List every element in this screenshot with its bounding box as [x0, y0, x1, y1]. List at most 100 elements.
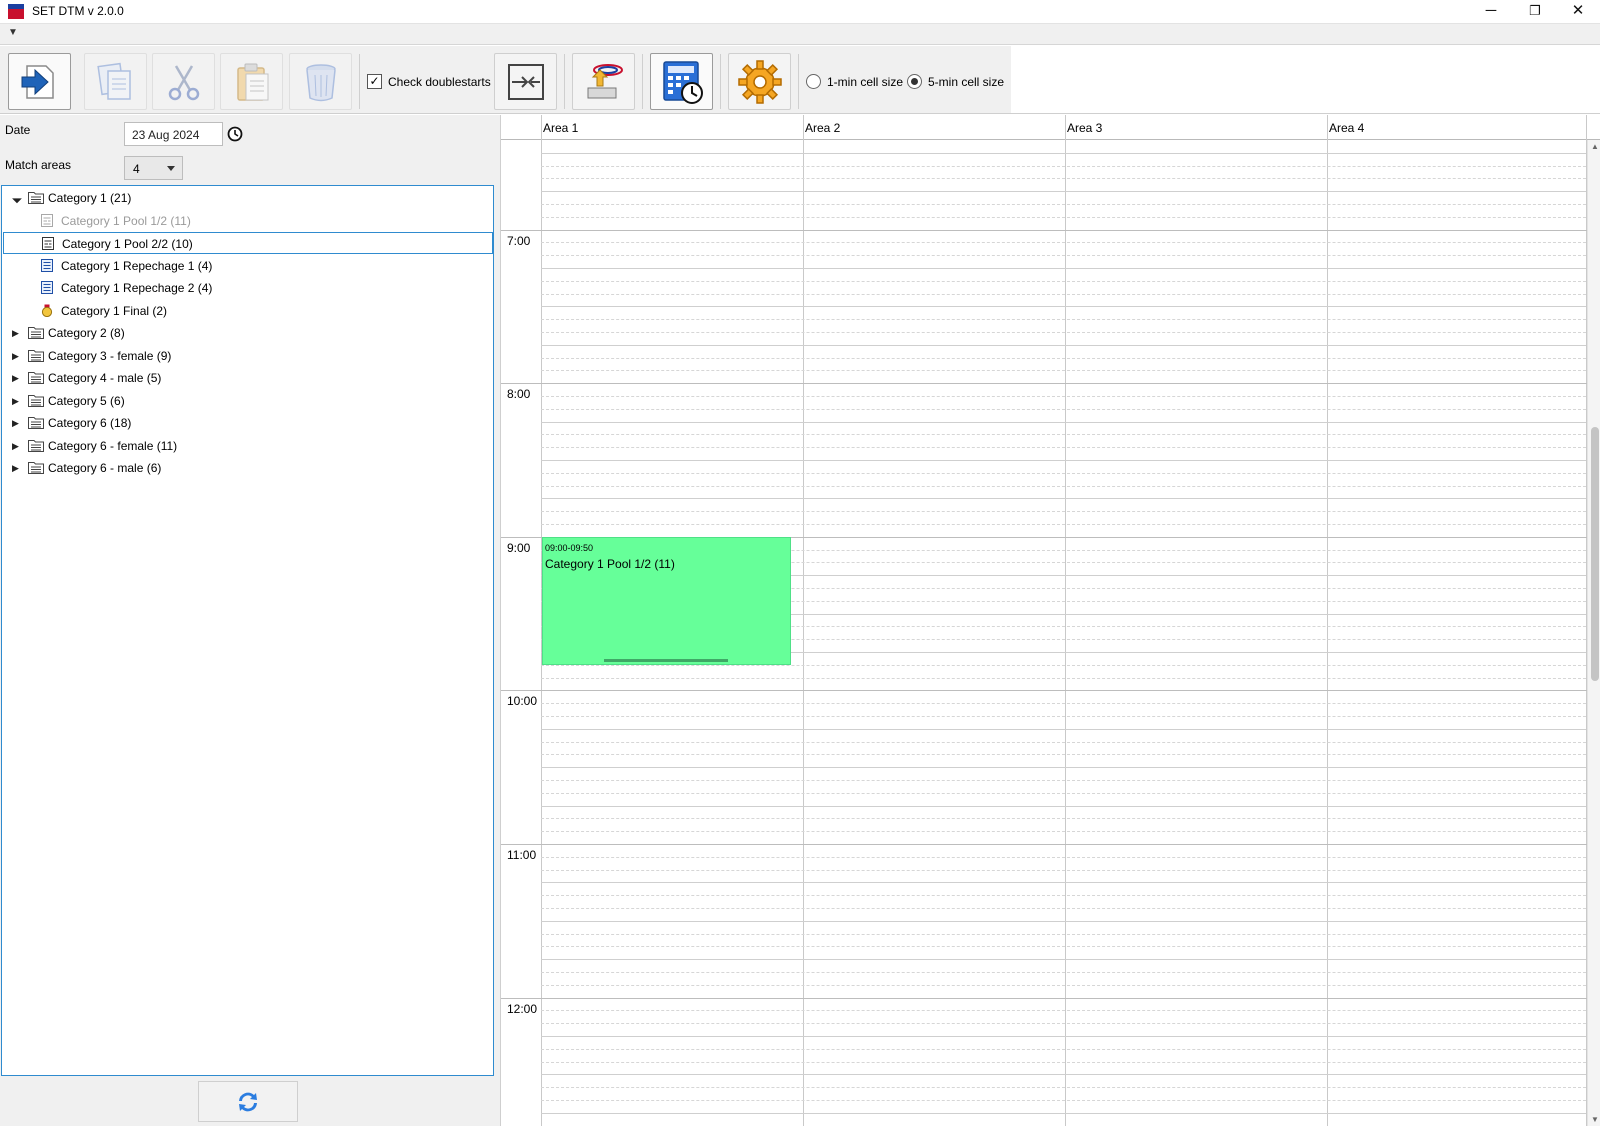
- title-bar: SET DTM v 2.0.0 ─ ❐ ✕: [0, 0, 1600, 23]
- tree-item-category-5-6[interactable]: ▶ Category 5 (6): [2, 390, 482, 412]
- export-button[interactable]: [8, 53, 71, 110]
- collapsed-arrow-icon[interactable]: ▶: [12, 435, 19, 457]
- tree-item-label: Category 1 Repechage 1 (4): [61, 258, 213, 273]
- copy-button[interactable]: [84, 53, 147, 110]
- category-tree[interactable]: ◢ Category 1 (21) Category 1 Pool 1/2 (11)…: [1, 185, 494, 1076]
- time-slot-line: [541, 793, 1586, 794]
- tree-item-category-1-repechage-2-4[interactable]: Category 1 Repechage 2 (4): [2, 277, 482, 299]
- time-slot-line: [541, 409, 1586, 410]
- tree-item-category-4-male-5[interactable]: ▶ Category 4 - male (5): [2, 367, 482, 389]
- five-min-cell-size-radio[interactable]: [907, 74, 922, 89]
- hour-line: [501, 230, 1587, 231]
- close-button[interactable]: ✕: [1556, 0, 1600, 23]
- time-slot-line: [541, 1062, 1586, 1063]
- tree-item-category-1-repechage-1-4[interactable]: Category 1 Repechage 1 (4): [2, 255, 482, 277]
- scheduled-event[interactable]: 09:00-09:50 Category 1 Pool 1/2 (11): [542, 537, 791, 665]
- hour-label: 10:00: [507, 694, 538, 708]
- time-slot-line: [541, 934, 1586, 935]
- check-doublestarts-checkbox[interactable]: ✓: [367, 74, 382, 89]
- hour-label: 7:00: [507, 234, 531, 248]
- time-slot-line: [541, 524, 1586, 525]
- tree-item-category-1-pool-2-2-10[interactable]: Category 1 Pool 2/2 (10): [3, 232, 493, 254]
- repechage-document-icon: [41, 281, 53, 294]
- tree-item-label: Category 6 - male (6): [48, 461, 162, 475]
- collapsed-arrow-icon[interactable]: ▶: [12, 367, 19, 389]
- hour-line: [501, 690, 1587, 691]
- one-min-cell-size-radio[interactable]: [806, 74, 821, 89]
- date-field[interactable]: 23 Aug 2024: [124, 122, 223, 146]
- event-resize-handle[interactable]: [604, 659, 728, 662]
- tree-item-category-1-pool-1-2-11[interactable]: Category 1 Pool 1/2 (11): [2, 210, 482, 232]
- vertical-scrollbar[interactable]: ▲ ▼: [1587, 140, 1600, 1126]
- maximize-button[interactable]: ❐: [1513, 0, 1557, 23]
- scroll-up-icon[interactable]: ▲: [1591, 142, 1599, 151]
- tree-item-category-2-8[interactable]: ▶ Category 2 (8): [2, 322, 482, 344]
- area-header-2: Area 2: [805, 121, 841, 135]
- time-slot-line: [541, 882, 1586, 883]
- time-slot-line: [541, 422, 1586, 423]
- scroll-thumb[interactable]: [1591, 427, 1599, 681]
- tree-item-category-1-final-2[interactable]: Category 1 Final (2): [2, 300, 482, 322]
- column-divider: [803, 115, 804, 140]
- time-slot-line: [541, 678, 1586, 679]
- time-slot-line: [541, 780, 1586, 781]
- time-slot-line: [541, 703, 1586, 704]
- time-slot-line: [541, 1074, 1586, 1075]
- match-areas-label: Match areas: [5, 158, 72, 172]
- area-header-1: Area 1: [543, 121, 579, 135]
- calculator-clock-icon: [662, 60, 703, 104]
- collapsed-arrow-icon[interactable]: ▶: [12, 457, 19, 479]
- check-doublestarts-label: Check doublestarts: [388, 75, 491, 89]
- event-time-range: 09:00-09:50: [545, 543, 594, 553]
- minimize-button[interactable]: ─: [1469, 0, 1513, 23]
- scroll-down-icon[interactable]: ▼: [1591, 1115, 1599, 1124]
- column-divider: [1327, 115, 1328, 140]
- time-slot-line: [541, 204, 1586, 205]
- time-grid[interactable]: 7:00 8:00 9:00 10:00 11:00 12:00 09:00-09:50 Ca…: [501, 140, 1587, 1126]
- collapsed-arrow-icon[interactable]: ▶: [12, 412, 19, 434]
- time-slot-line: [541, 460, 1586, 461]
- tree-item-category-6-18[interactable]: ▶ Category 6 (18): [2, 412, 482, 434]
- tree-item-label: Category 3 - female (9): [48, 348, 172, 363]
- expanded-arrow-icon[interactable]: ◢: [7, 188, 27, 208]
- chevron-down-icon: [167, 166, 175, 171]
- collapsed-arrow-icon[interactable]: ▶: [12, 322, 19, 344]
- folder-icon: [28, 462, 44, 474]
- time-slot-line: [541, 716, 1586, 717]
- tree-item-category-1-21[interactable]: ◢ Category 1 (21): [2, 187, 482, 209]
- delete-button[interactable]: [289, 53, 352, 110]
- schedule-calculator-button[interactable]: [650, 53, 713, 110]
- tree-item-category-6-female-11[interactable]: ▶ Category 6 - female (11): [2, 435, 482, 457]
- time-slot-line: [541, 217, 1586, 218]
- time-slot-line: [541, 767, 1586, 768]
- tree-item-category-6-male-6[interactable]: ▶ Category 6 - male (6): [2, 457, 482, 479]
- paste-button[interactable]: [220, 53, 283, 110]
- repechage-document-icon: [41, 258, 53, 272]
- move-button[interactable]: [494, 53, 557, 110]
- time-slot-line: [541, 319, 1586, 320]
- event-title: Category 1 Pool 1/2 (11): [545, 557, 675, 571]
- time-slot-line: [541, 473, 1586, 474]
- match-areas-select[interactable]: 4: [124, 156, 183, 180]
- time-slot-line: [541, 1010, 1586, 1011]
- folder-icon: [28, 192, 44, 204]
- settings-button[interactable]: [728, 53, 791, 110]
- collapsed-arrow-icon[interactable]: ▶: [12, 345, 19, 367]
- tree-item-label: Category 4 - male (5): [48, 371, 162, 385]
- cut-button[interactable]: [152, 53, 215, 110]
- refresh-button[interactable]: [198, 1081, 298, 1122]
- menu-dropdown-button[interactable]: ▼: [8, 27, 18, 38]
- clock-icon[interactable]: [227, 126, 243, 142]
- time-slot-line: [541, 1087, 1586, 1088]
- tree-item-category-3-female-9[interactable]: ▶ Category 3 - female (9): [2, 345, 482, 367]
- upload-button[interactable]: [572, 53, 635, 110]
- time-slot-line: [541, 895, 1586, 896]
- time-slot-line: [541, 178, 1586, 179]
- time-slot-line: [541, 294, 1586, 295]
- time-slot-line: [541, 1023, 1586, 1024]
- hour-line: [501, 844, 1587, 845]
- collapsed-arrow-icon[interactable]: ▶: [12, 390, 19, 412]
- folder-icon: [28, 394, 44, 407]
- time-slot-line: [541, 818, 1586, 819]
- column-divider: [1065, 115, 1066, 140]
